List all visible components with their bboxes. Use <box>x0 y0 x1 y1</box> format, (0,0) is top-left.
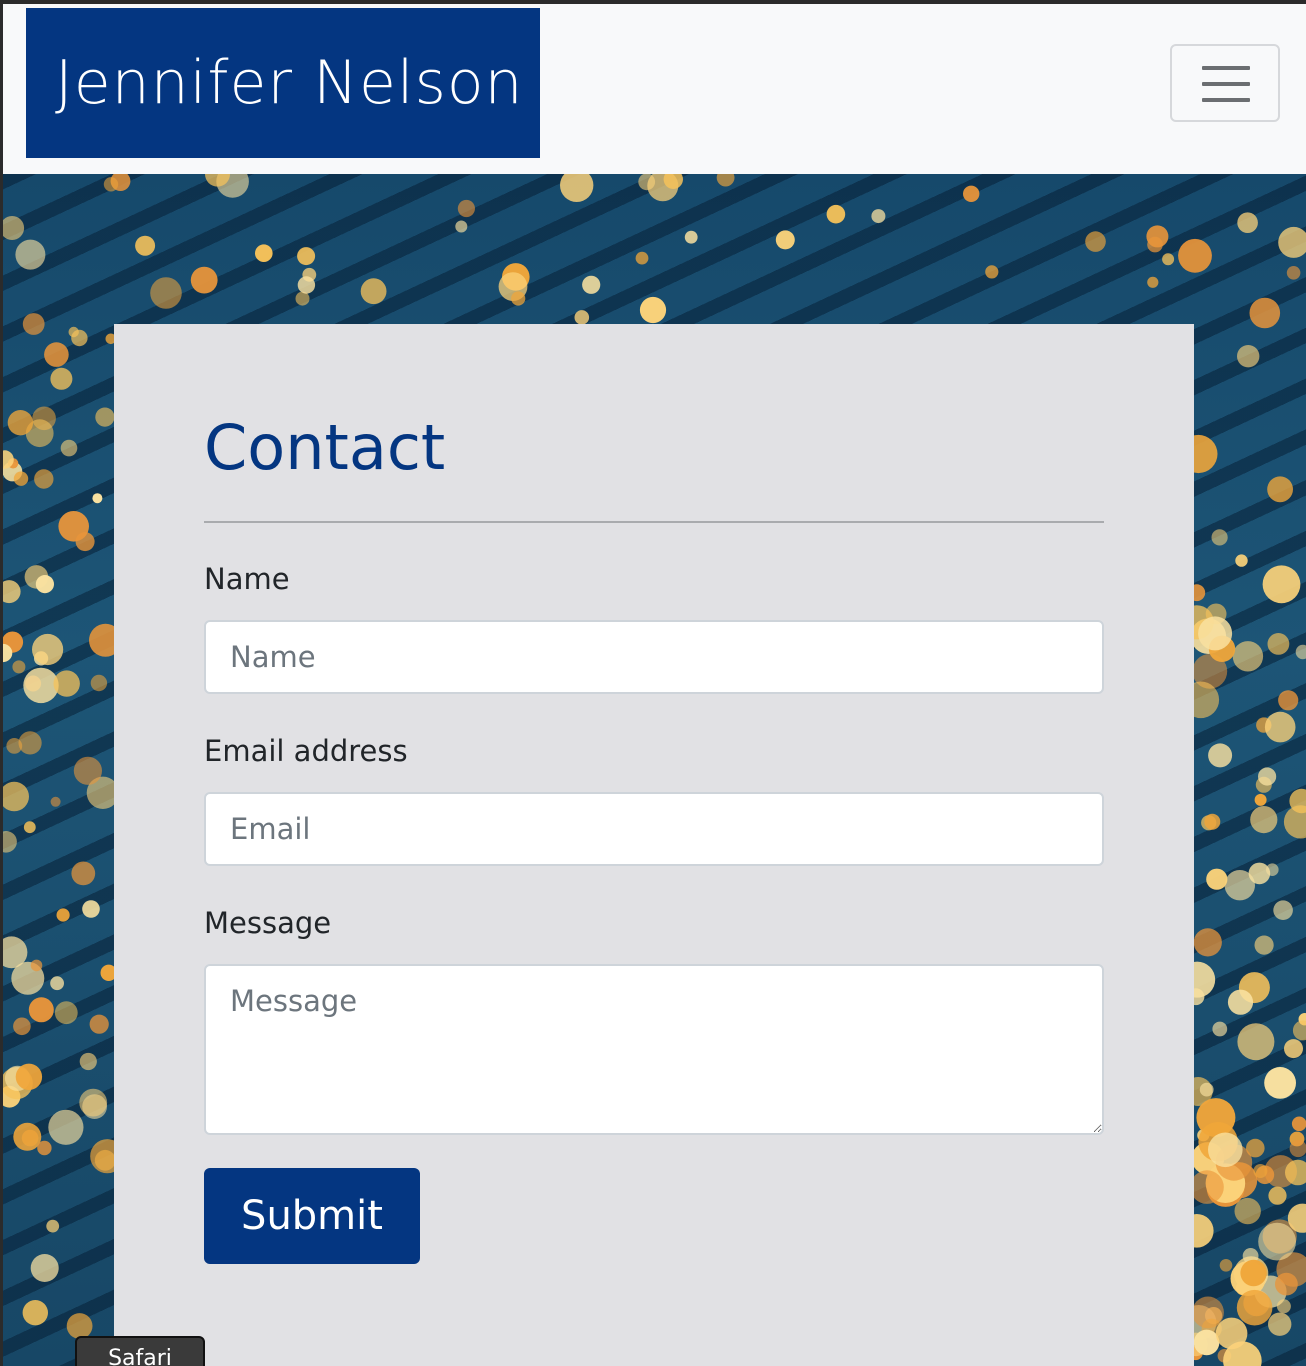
hero-background: Contact Name Email address Message Submi… <box>3 174 1306 1366</box>
contact-card: Contact Name Email address Message Submi… <box>114 324 1194 1366</box>
navbar: Jennifer Nelson <box>3 4 1306 174</box>
email-input[interactable] <box>204 792 1104 866</box>
name-label: Name <box>204 562 290 596</box>
page-title: Contact <box>204 411 446 484</box>
submit-button[interactable]: Submit <box>204 1168 420 1264</box>
name-input[interactable] <box>204 620 1104 694</box>
message-textarea[interactable] <box>204 964 1104 1135</box>
navbar-toggler-button[interactable] <box>1170 44 1280 122</box>
email-label: Email address <box>204 734 408 768</box>
message-label: Message <box>204 906 332 940</box>
title-divider <box>204 521 1104 523</box>
brand-link[interactable]: Jennifer Nelson <box>26 8 540 158</box>
safari-dock-label[interactable]: Safari <box>75 1336 205 1366</box>
